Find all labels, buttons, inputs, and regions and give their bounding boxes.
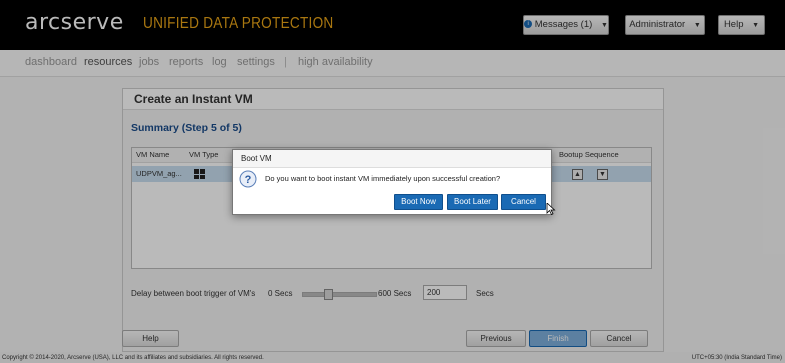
boot-vm-dialog: Boot VM ? Do you want to boot instant VM…	[232, 149, 552, 215]
dialog-title-bar: Boot VM	[233, 150, 551, 168]
dialog-title: Boot VM	[241, 154, 272, 163]
question-icon: ?	[239, 170, 257, 188]
svg-text:?: ?	[245, 174, 252, 186]
boot-later-button[interactable]: Boot Later	[447, 194, 498, 210]
mouse-cursor-icon	[546, 203, 556, 215]
boot-now-button[interactable]: Boot Now	[394, 194, 443, 210]
dialog-message: Do you want to boot instant VM immediate…	[265, 174, 501, 183]
dialog-cancel-button[interactable]: Cancel	[501, 194, 546, 210]
